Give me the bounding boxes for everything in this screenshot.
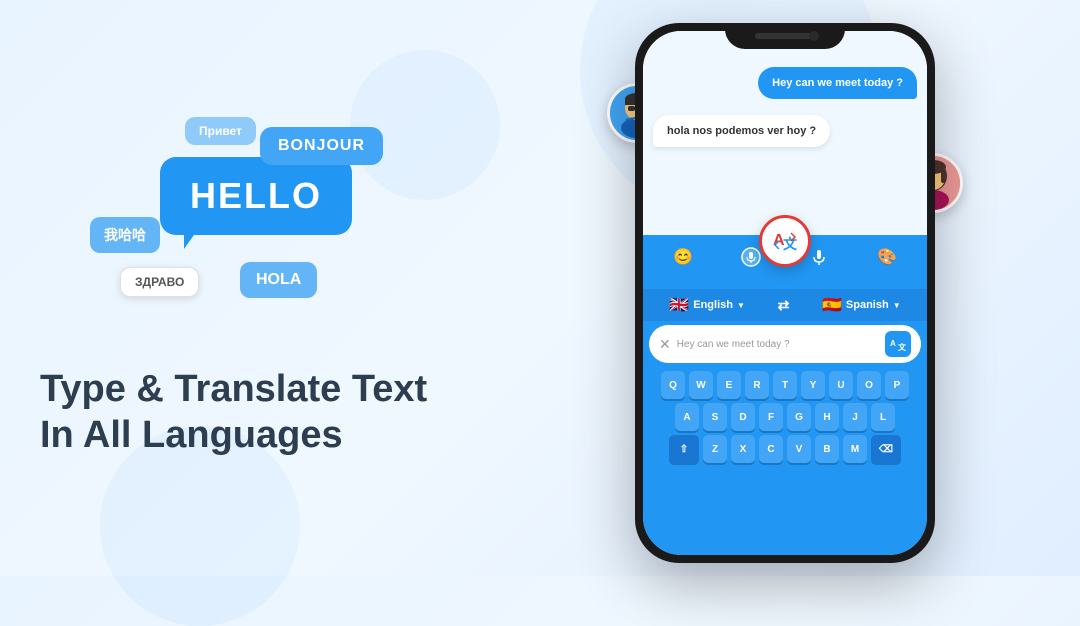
key-t[interactable]: T: [773, 371, 797, 399]
chat-message-received: hola nos podemos ver hoy ?: [653, 115, 830, 147]
phone-speaker: [755, 33, 815, 39]
key-r[interactable]: R: [745, 371, 769, 399]
phone-container: Hey can we meet today ? hola nos podemos…: [635, 23, 935, 563]
heading-line1: Type & Translate Text: [40, 367, 427, 413]
key-shift[interactable]: ⇧: [669, 435, 699, 463]
key-u[interactable]: U: [829, 371, 853, 399]
key-z[interactable]: Z: [703, 435, 727, 463]
key-j[interactable]: J: [843, 403, 867, 431]
translate-fab[interactable]: A 文: [759, 215, 811, 267]
privet-bubble: Привет: [185, 117, 256, 145]
key-f[interactable]: F: [759, 403, 783, 431]
source-flag: 🇬🇧: [669, 295, 689, 315]
key-v[interactable]: V: [787, 435, 811, 463]
target-dropdown-arrow[interactable]: ▼: [893, 301, 901, 310]
key-l[interactable]: L: [871, 403, 895, 431]
left-section: Привет HELLO BONJOUR 我哈哈 ЗДРАВО HOLA Typ…: [0, 87, 490, 488]
svg-text:文: 文: [898, 342, 907, 352]
key-h[interactable]: H: [815, 403, 839, 431]
target-language-label: Spanish: [846, 299, 889, 311]
keyboard-toolbar: 😊: [643, 235, 927, 279]
source-language-label: English: [693, 299, 733, 311]
input-placeholder-text: Hey can we meet today ?: [677, 339, 879, 350]
clear-input-icon[interactable]: ✕: [659, 336, 671, 353]
emoji-icon[interactable]: 😊: [669, 243, 697, 271]
phone-screen: Hey can we meet today ? hola nos podemos…: [643, 31, 927, 555]
chinese-bubble: 我哈哈: [90, 217, 160, 253]
chinese-text: 我哈哈: [104, 227, 146, 243]
key-y[interactable]: Y: [801, 371, 825, 399]
swap-languages-icon[interactable]: ⇄: [778, 297, 790, 314]
language-bar: 🇬🇧 English ▼ ⇄ 🇪🇸 Spanish ▼: [643, 289, 927, 321]
translation-input-bar[interactable]: ✕ Hey can we meet today ? A 文: [649, 325, 921, 363]
main-heading: Type & Translate Text In All Languages: [40, 367, 427, 458]
zdravo-text: ЗДРАВО: [135, 275, 184, 289]
hello-bubble: HELLO: [160, 157, 352, 235]
key-s[interactable]: S: [703, 403, 727, 431]
key-row-2: A S D F G H J L: [647, 403, 923, 431]
heading-line2: In All Languages: [40, 413, 427, 459]
keyboard-keys: Q W E R T Y U O P A S: [643, 367, 927, 469]
phone-camera: [809, 31, 819, 41]
svg-text:文: 文: [783, 236, 798, 252]
key-row-3: ⇧ Z X C V B M ⌫: [647, 435, 923, 463]
key-o[interactable]: O: [857, 371, 881, 399]
key-backspace[interactable]: ⌫: [871, 435, 901, 463]
key-b[interactable]: B: [815, 435, 839, 463]
source-dropdown-arrow[interactable]: ▼: [737, 301, 745, 310]
hello-text: HELLO: [190, 175, 322, 216]
palette-icon[interactable]: 🎨: [873, 243, 901, 271]
zdravo-bubble: ЗДРАВО: [120, 267, 199, 297]
bonjour-text: BONJOUR: [278, 137, 365, 154]
source-language[interactable]: 🇬🇧 English ▼: [669, 295, 745, 315]
key-g[interactable]: G: [787, 403, 811, 431]
target-flag: 🇪🇸: [822, 295, 842, 315]
chat-message-sent: Hey can we meet today ?: [758, 67, 917, 99]
bonjour-bubble: BONJOUR: [260, 127, 383, 165]
key-a[interactable]: A: [675, 403, 699, 431]
key-c[interactable]: C: [759, 435, 783, 463]
hola-text: HOLA: [256, 271, 301, 288]
privet-text: Привет: [199, 124, 242, 138]
key-q[interactable]: Q: [661, 371, 685, 399]
translate-text-button[interactable]: A 文: [885, 331, 911, 357]
chat-area: Hey can we meet today ? hola nos podemos…: [643, 31, 927, 231]
key-x[interactable]: X: [731, 435, 755, 463]
key-w[interactable]: W: [689, 371, 713, 399]
svg-text:A: A: [890, 339, 896, 348]
right-section: Hey can we meet today ? hola nos podemos…: [490, 0, 1080, 576]
phone-frame: Hey can we meet today ? hola nos podemos…: [635, 23, 935, 563]
key-m[interactable]: M: [843, 435, 867, 463]
key-d[interactable]: D: [731, 403, 755, 431]
key-row-1: Q W E R T Y U O P: [647, 371, 923, 399]
target-language[interactable]: 🇪🇸 Spanish ▼: [822, 295, 901, 315]
key-p[interactable]: P: [885, 371, 909, 399]
bubbles-area: Привет HELLO BONJOUR 我哈哈 ЗДРАВО HOLA: [40, 117, 420, 337]
phone-notch: [725, 23, 845, 49]
keyboard-area: 😊: [643, 235, 927, 555]
hola-bubble: HOLA: [240, 262, 317, 298]
key-e[interactable]: E: [717, 371, 741, 399]
